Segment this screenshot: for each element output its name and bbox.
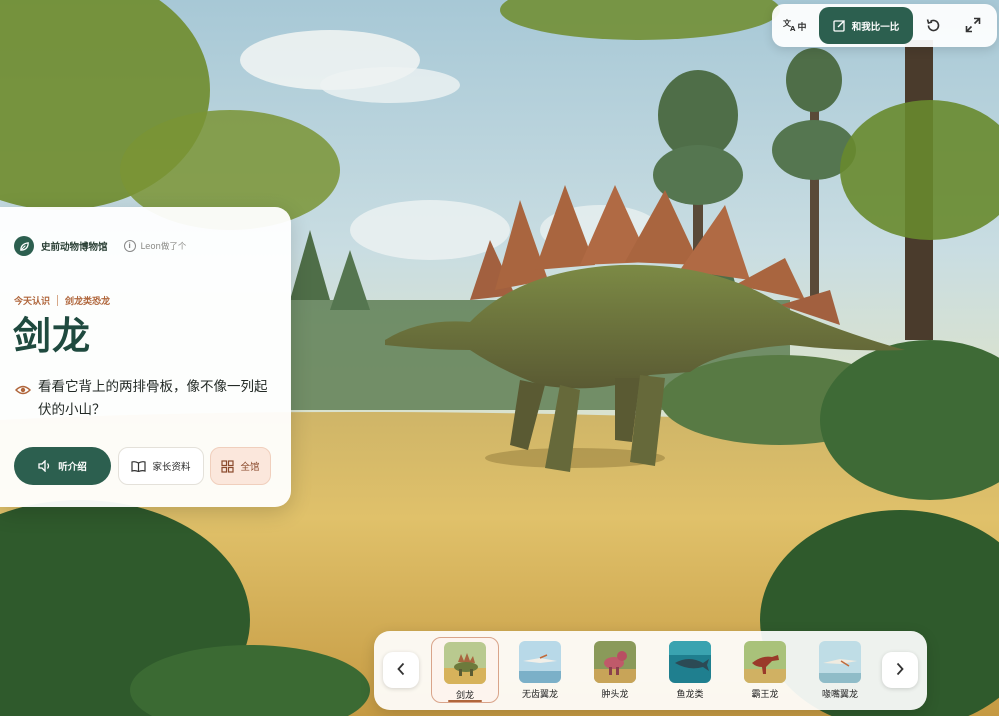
carousel-item-pachycephalosaurus[interactable]: 肿头龙 (581, 637, 649, 703)
language-toggle-button[interactable]: 文A 中 (779, 11, 811, 41)
translate-icon: 文A (783, 18, 797, 35)
compare-with-me-button[interactable]: 和我比一比 (819, 7, 913, 44)
book-icon (131, 460, 147, 472)
carousel-next-button[interactable] (882, 652, 918, 688)
rhamphorhynchus-thumb-icon (819, 641, 861, 683)
museum-name: 史前动物博物馆 (41, 242, 108, 253)
whole-museum-button[interactable]: 全馆 (210, 447, 271, 485)
dinosaur-name: 剑龙 (13, 314, 92, 358)
whole-museum-label: 全馆 (240, 462, 260, 473)
language-label: 中 (797, 22, 807, 33)
speaker-icon (38, 460, 52, 472)
ichthyosaur-thumb-icon (669, 641, 711, 683)
stegosaurus-thumb-icon (444, 642, 486, 684)
carousel-item-trex[interactable]: 霸王龙 (731, 637, 799, 703)
tag-row: 今天认识 剑龙类恐龙 (14, 294, 110, 307)
credit-text: Leon做了个 (140, 242, 187, 252)
carousel-item-rhamphorhynchus[interactable]: 喙嘴翼龙 (806, 637, 874, 703)
active-item-indicator (448, 700, 482, 702)
carousel-item-label: 喙嘴翼龙 (821, 690, 858, 700)
dinosaur-question: 看看它背上的两排骨板，像不像一列起伏的小山？ (38, 379, 268, 418)
carousel-item-stegosaurus[interactable]: 剑龙 (431, 637, 499, 703)
carousel-item-ichthyosaur[interactable]: 鱼龙类 (656, 637, 724, 703)
info-icon[interactable]: i (123, 240, 136, 252)
carousel-item-label: 无齿翼龙 (521, 690, 558, 700)
pteranodon-thumb-icon (519, 641, 561, 683)
fullscreen-icon[interactable] (962, 14, 984, 36)
category-tag: 剑龙类恐龙 (65, 297, 111, 307)
listen-intro-button[interactable]: 听介绍 (14, 447, 111, 485)
carousel-item-label: 鱼龙类 (676, 690, 704, 700)
trex-thumb-icon (744, 641, 786, 683)
listen-label: 听介绍 (58, 462, 87, 473)
carousel-item-label: 霸王龙 (751, 690, 779, 700)
tag-divider (57, 295, 59, 306)
carousel-prev-button[interactable] (383, 652, 419, 688)
pachycephalosaurus-thumb-icon (594, 641, 636, 683)
eye-icon (14, 381, 32, 400)
chevron-left-icon (396, 661, 406, 680)
carousel-item-label: 肿头龙 (601, 690, 629, 700)
restart-icon[interactable] (922, 14, 944, 36)
edit-square-icon (833, 19, 846, 32)
museum-header: 史前动物博物馆 i Leon做了个 (14, 236, 186, 256)
today-tag: 今天认识 (14, 297, 51, 307)
grid-icon (221, 459, 235, 473)
chevron-right-icon (895, 661, 905, 680)
parent-info-label: 家长资料 (152, 462, 191, 473)
compare-label: 和我比一比 (851, 21, 900, 33)
carousel-item-pteranodon[interactable]: 无齿翼龙 (506, 637, 574, 703)
svg-text:A: A (790, 25, 796, 32)
parent-info-button[interactable]: 家长资料 (118, 447, 204, 485)
leaf-icon (14, 236, 34, 256)
